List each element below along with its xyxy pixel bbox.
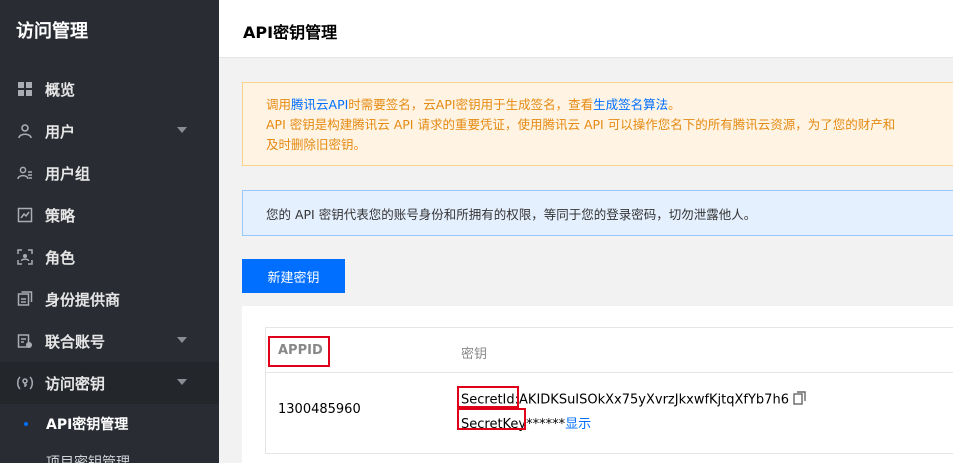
column-header-key: 密钥	[461, 347, 488, 362]
sidebar-item-label: 身份提供商	[45, 290, 121, 309]
warning-line-1: 调用腾讯云API时需要签名，云API密钥用于生成签名，查看生成签名算法。	[266, 95, 953, 115]
page-title: API密钥管理	[243, 23, 338, 42]
sidebar-subitem-api-key-management[interactable]: API密钥管理	[0, 404, 219, 444]
chevron-down-icon	[177, 337, 187, 343]
sidebar-item-roles[interactable]: 角色	[0, 236, 219, 278]
sidebar-item-label: 联合账号	[45, 332, 106, 351]
grid-icon	[16, 80, 34, 98]
identity-provider-icon	[16, 290, 34, 308]
sidebar-item-identity-providers[interactable]: 身份提供商	[0, 278, 219, 320]
active-dot	[24, 422, 28, 426]
info-banner: 您的 API 密钥代表您的账号身份和所拥有的权限，等同于您的登录密码，切勿泄露他…	[242, 190, 953, 236]
key-table-card: APPID 密钥 1300485960 SecretId:AKIDKSuISOk…	[242, 306, 953, 463]
chevron-down-icon	[177, 127, 187, 133]
sidebar-item-overview[interactable]: 概览	[0, 68, 219, 110]
role-icon	[16, 248, 34, 266]
main-content: API密钥管理 调用腾讯云API时需要签名，云API密钥用于生成签名，查看生成签…	[219, 0, 953, 463]
warning-line-3: 及时删除旧密钥。	[266, 137, 367, 152]
show-secret-key-link[interactable]: 显示	[565, 417, 591, 432]
federated-account-icon	[16, 332, 34, 350]
sidebar-item-label: 概览	[45, 80, 76, 99]
warning-text: 。	[668, 97, 681, 112]
policy-icon	[16, 206, 34, 224]
sidebar-item-users[interactable]: 用户	[0, 110, 219, 152]
sidebar-item-label: 角色	[45, 248, 76, 267]
header: API密钥管理	[219, 0, 953, 58]
sidebar-item-access-keys[interactable]: 访问密钥	[0, 362, 219, 404]
chevron-down-icon	[177, 379, 187, 385]
highlight-box-secret-key	[457, 408, 526, 430]
sidebar-item-federated-accounts[interactable]: 联合账号	[0, 320, 219, 362]
new-key-button[interactable]: 新建密钥	[242, 259, 345, 293]
warning-text: 时需要签名，云API密钥用于生成签名，查看	[348, 97, 594, 112]
warning-text: 调用	[266, 97, 292, 112]
signature-algorithm-link[interactable]: 生成签名算法	[593, 97, 668, 112]
sidebar-item-policies[interactable]: 策略	[0, 194, 219, 236]
warning-line-2: API 密钥是构建腾讯云 API 请求的重要凭证，使用腾讯云 API 可以操作您…	[266, 117, 896, 132]
user-group-icon	[16, 164, 34, 182]
copy-icon[interactable]	[793, 391, 807, 409]
sidebar: 访问管理 概览 用户 用户组 策略 角色 身份提供商 联合账号 访问密钥 API…	[0, 0, 219, 463]
user-icon	[16, 122, 34, 140]
sidebar-item-label: 策略	[45, 206, 76, 225]
sidebar-item-label: 用户	[45, 122, 76, 141]
warning-banner: 调用腾讯云API时需要签名，云API密钥用于生成签名，查看生成签名算法。 API…	[242, 82, 953, 166]
sidebar-subitem-label: API密钥管理	[46, 417, 129, 433]
table-header: APPID 密钥	[266, 328, 953, 373]
sidebar-item-label: 访问密钥	[45, 374, 106, 393]
sidebar-subitem-project-key-management[interactable]: 项目密钥管理	[0, 442, 219, 463]
sidebar-title: 访问管理	[16, 21, 88, 42]
highlight-box-secret-id	[457, 386, 519, 408]
secret-key-masked: ******	[526, 417, 566, 432]
key-icon	[16, 374, 34, 392]
appid-value: 1300485960	[278, 402, 361, 417]
tencent-cloud-api-link[interactable]: 腾讯云API	[291, 97, 348, 112]
sidebar-item-user-groups[interactable]: 用户组	[0, 152, 219, 194]
secret-id-value: AKIDKSuISOkXx75yXvrzJkxwfKjtqXfYb7h6	[519, 392, 789, 408]
key-table: APPID 密钥 1300485960 SecretId:AKIDKSuISOk…	[265, 327, 953, 454]
info-text: 您的 API 密钥代表您的账号身份和所拥有的权限，等同于您的登录密码，切勿泄露他…	[266, 207, 757, 222]
highlight-box-appid	[268, 336, 330, 367]
sidebar-item-label: 用户组	[45, 164, 91, 183]
sidebar-subitem-label: 项目密钥管理	[46, 455, 130, 463]
